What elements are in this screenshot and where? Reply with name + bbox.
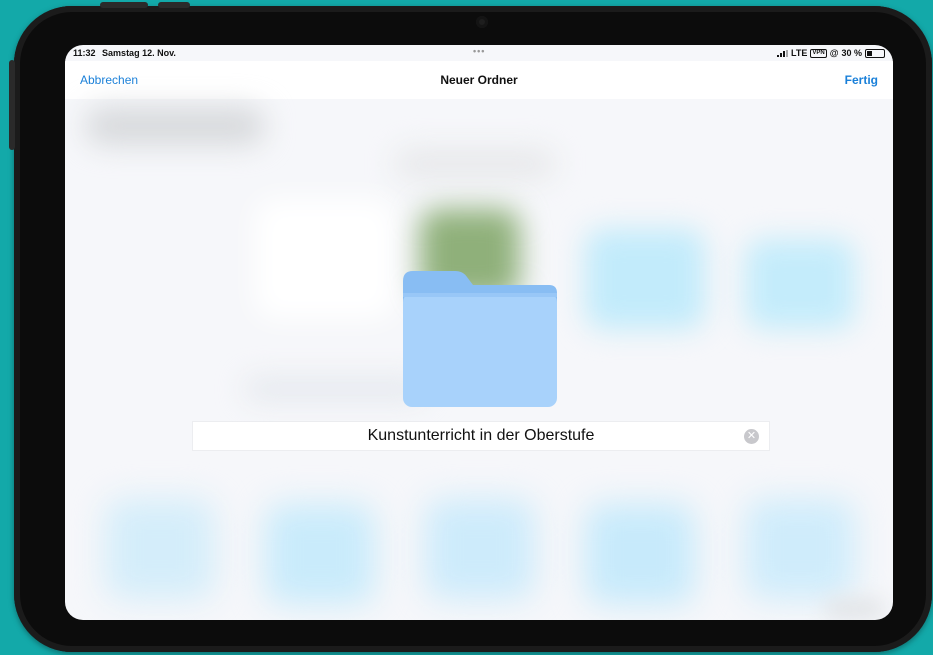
folder-icon bbox=[403, 271, 557, 407]
done-button[interactable]: Fertig bbox=[845, 73, 878, 87]
status-right: LTE VPN @ 30 % bbox=[777, 48, 885, 58]
blurred-tile bbox=[255, 199, 395, 319]
blurred-tile bbox=[585, 229, 705, 329]
blurred-tile bbox=[265, 504, 375, 604]
page-title: Neuer Ordner bbox=[440, 73, 518, 87]
blurred-tile bbox=[425, 499, 535, 599]
blurred-tile bbox=[395, 149, 555, 179]
vpn-badge: VPN bbox=[810, 48, 827, 58]
front-camera bbox=[476, 16, 488, 28]
alarm-icon: @ bbox=[829, 48, 839, 58]
folder-name-field[interactable]: ✕ bbox=[193, 422, 769, 450]
battery-percent: 30 % bbox=[841, 48, 862, 58]
blurred-tile bbox=[825, 599, 885, 619]
volume-down-button bbox=[158, 2, 190, 8]
clear-icon[interactable]: ✕ bbox=[744, 429, 759, 444]
status-bar: 11:32 Samstag 12. Nov. ••• LTE VPN @ 30 … bbox=[65, 45, 893, 61]
power-button bbox=[9, 60, 15, 150]
battery-icon bbox=[865, 48, 885, 58]
blurred-tile bbox=[105, 499, 215, 599]
blurred-tile bbox=[745, 499, 855, 599]
blurred-tile bbox=[245, 379, 425, 399]
signal-icon bbox=[777, 49, 789, 57]
status-date: Samstag 12. Nov. bbox=[102, 48, 176, 58]
blurred-tile bbox=[585, 504, 695, 604]
folder-name-input[interactable] bbox=[193, 422, 769, 450]
blurred-tile bbox=[85, 107, 265, 145]
blurred-tile bbox=[745, 239, 855, 329]
navigation-bar: Abbrechen Neuer Ordner Fertig bbox=[65, 61, 893, 99]
multitask-dots[interactable]: ••• bbox=[473, 46, 485, 56]
volume-up-button bbox=[100, 2, 148, 8]
network-label: LTE bbox=[791, 48, 808, 58]
screen: 11:32 Samstag 12. Nov. ••• LTE VPN @ 30 … bbox=[65, 45, 893, 620]
status-time: 11:32 bbox=[73, 48, 96, 58]
status-left: 11:32 Samstag 12. Nov. bbox=[73, 48, 180, 58]
